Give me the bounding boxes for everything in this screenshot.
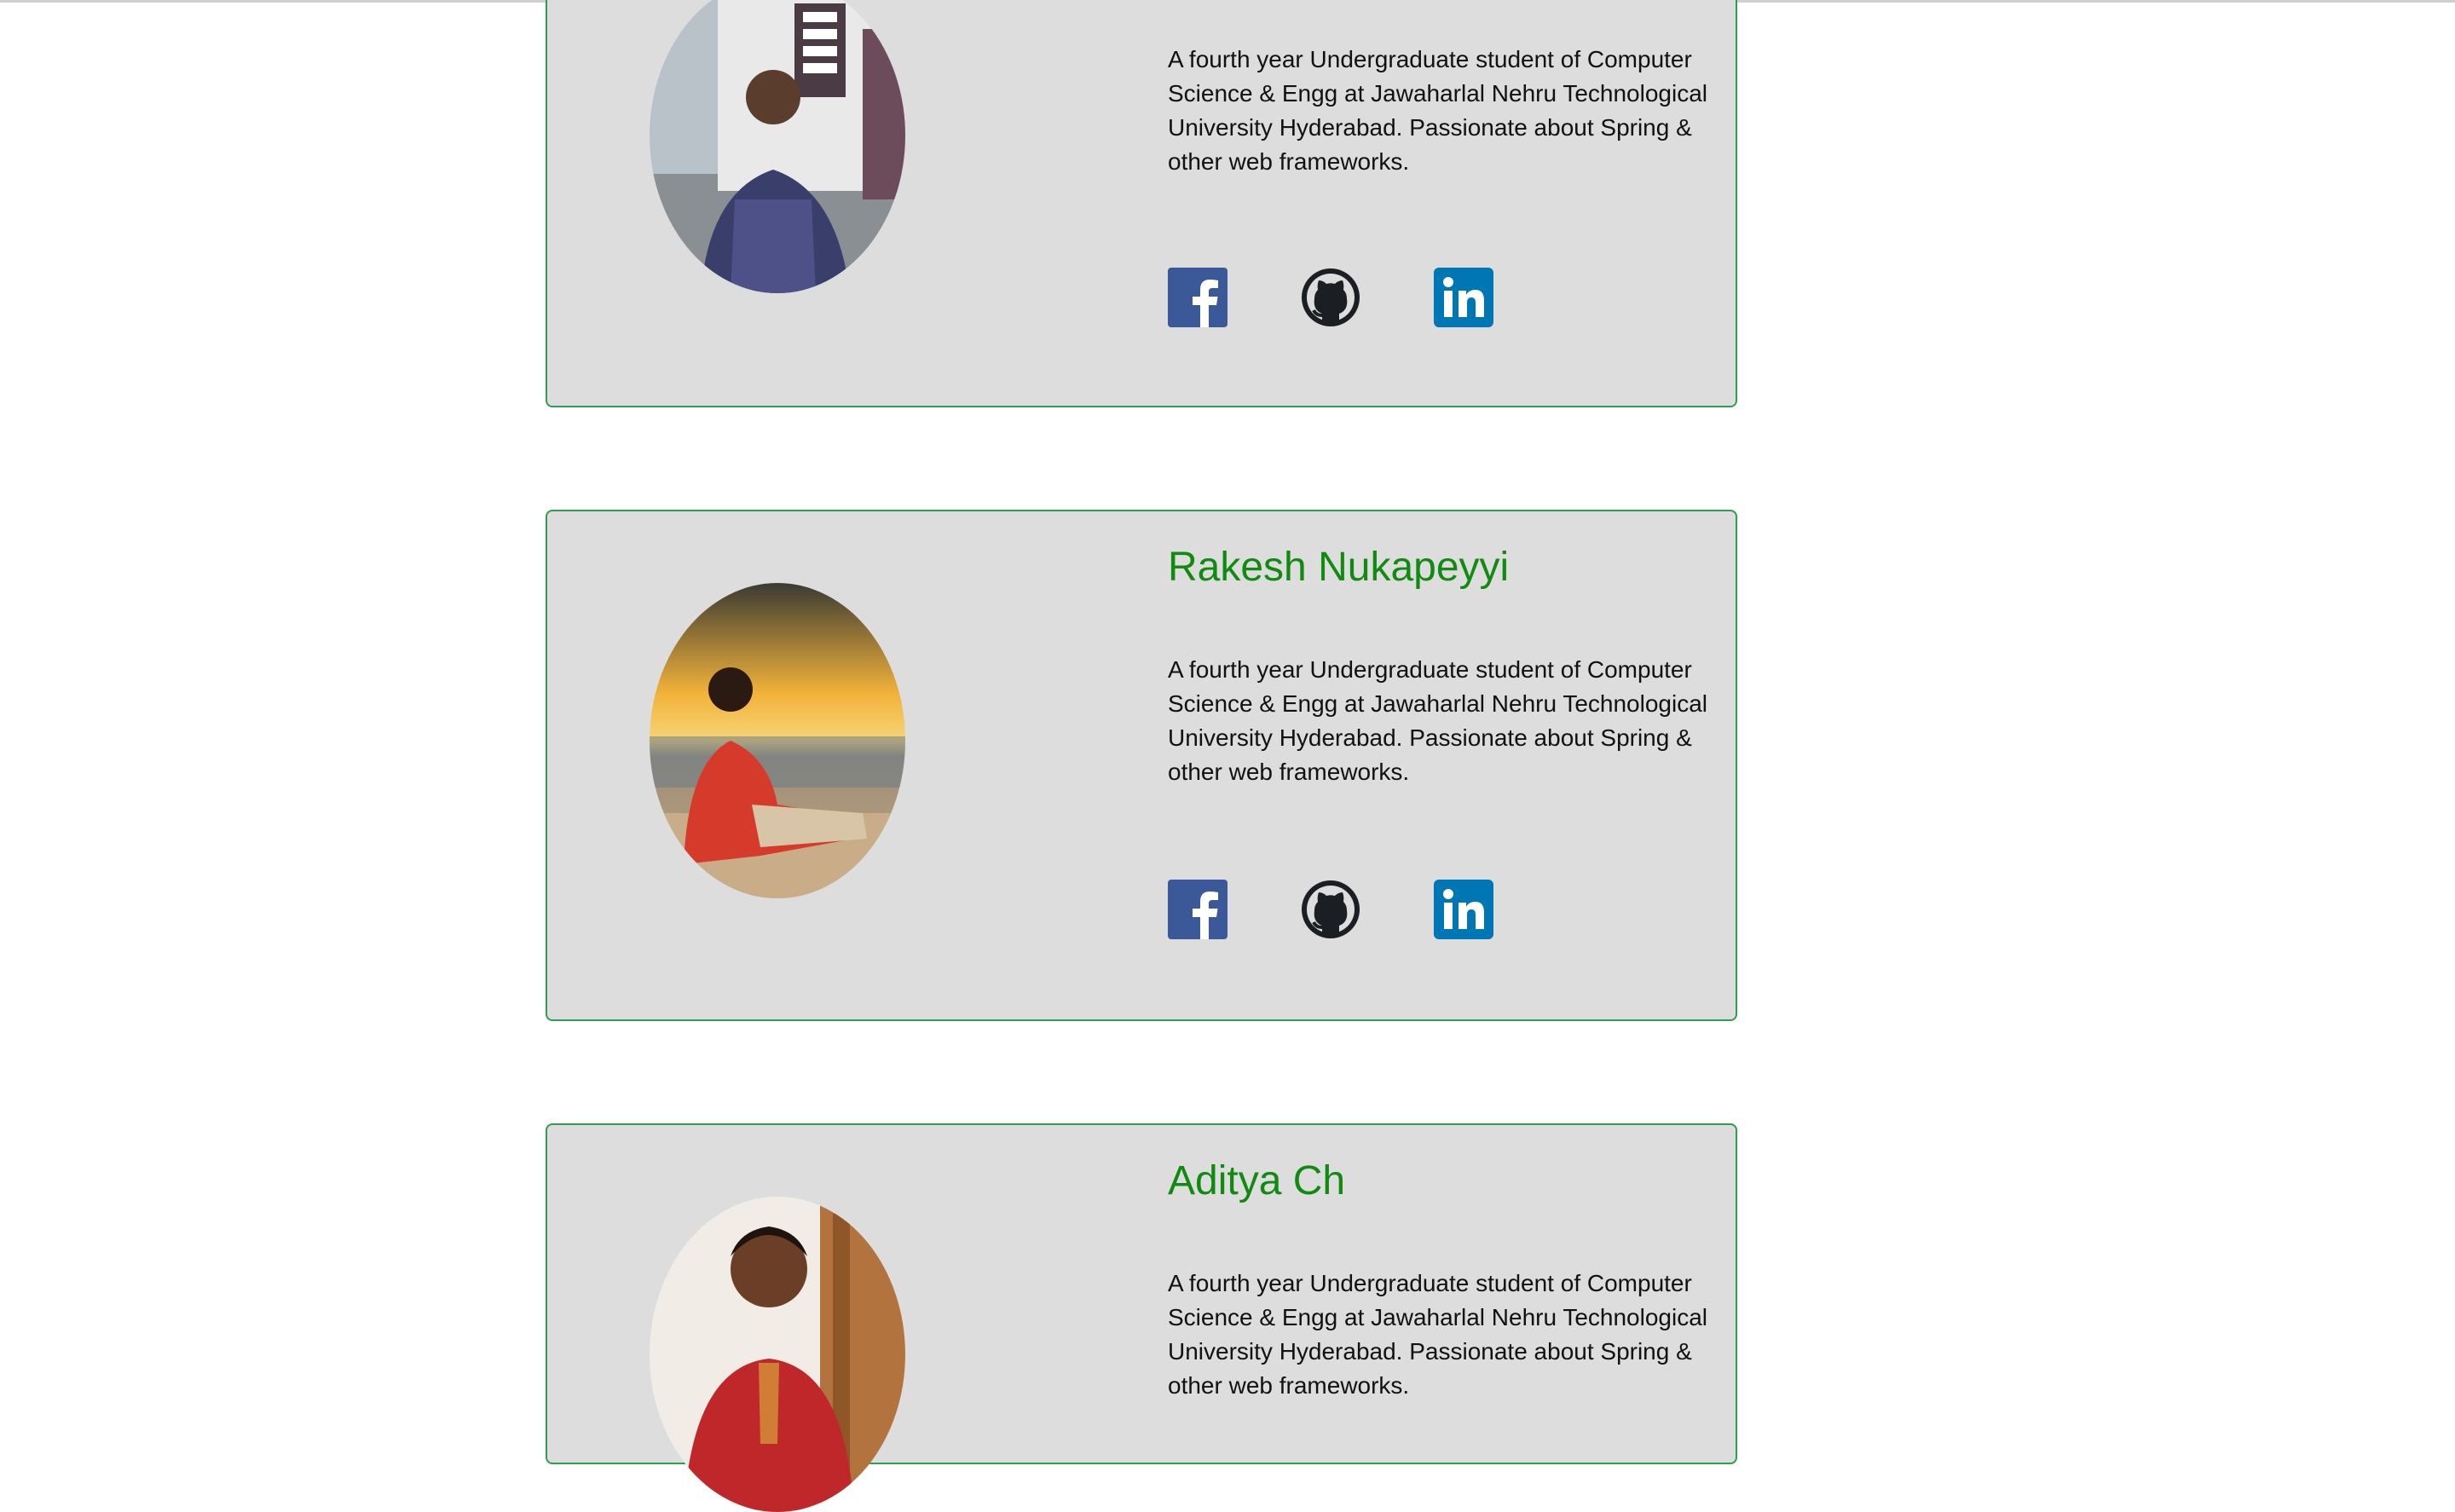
member-name: Aditya Ch bbox=[1168, 1158, 1346, 1203]
facebook-link[interactable] bbox=[1168, 268, 1228, 327]
github-link[interactable] bbox=[1301, 880, 1360, 939]
facebook-icon bbox=[1168, 880, 1228, 939]
github-icon bbox=[1302, 268, 1360, 326]
github-link[interactable] bbox=[1301, 268, 1360, 327]
github-icon bbox=[1302, 880, 1360, 938]
social-links bbox=[1168, 880, 1493, 939]
member-photo bbox=[650, 583, 905, 898]
social-links bbox=[1168, 268, 1493, 327]
facebook-icon bbox=[1168, 268, 1228, 327]
linkedin-icon bbox=[1434, 880, 1493, 939]
team-member-card: Rakesh Nukapeyyi A fourth year Undergrad… bbox=[546, 510, 1737, 1021]
member-bio: A fourth year Undergraduate student of C… bbox=[1168, 1270, 1707, 1399]
team-member-card: Aditya Ch A fourth year Undergraduate st… bbox=[546, 1123, 1737, 1512]
linkedin-link[interactable] bbox=[1434, 268, 1493, 327]
linkedin-icon bbox=[1434, 268, 1493, 327]
facebook-link[interactable] bbox=[1168, 880, 1228, 939]
member-bio: A fourth year Undergraduate student of C… bbox=[1168, 46, 1707, 175]
member-name: Rakesh Nukapeyyi bbox=[1168, 545, 1510, 590]
team-member-card: A fourth year Undergraduate student of C… bbox=[546, 0, 1737, 407]
member-photo bbox=[650, 0, 905, 293]
linkedin-link[interactable] bbox=[1434, 880, 1493, 939]
member-photo bbox=[650, 1197, 905, 1512]
member-bio: A fourth year Undergraduate student of C… bbox=[1168, 656, 1707, 785]
